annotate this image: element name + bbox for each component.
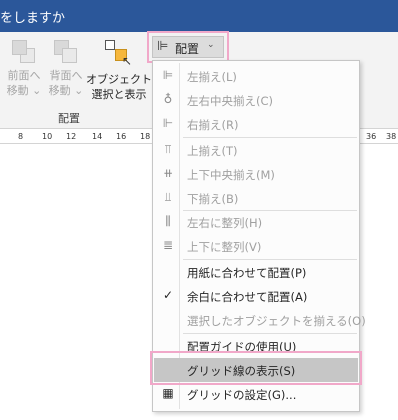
menu-item-align-center[interactable]: ♁ 左右中央揃え(C) <box>154 88 358 112</box>
menu-item-label: 右揃え(R) <box>187 118 239 132</box>
menu-item-label: 左右に整列(H) <box>187 216 263 230</box>
chevron-down-icon: ⌄ <box>74 84 84 97</box>
selection-pane-button[interactable]: ↖ オブジェクトの 選択と表示 <box>86 38 163 102</box>
bring-forward-label-1: 前面へ <box>7 69 41 82</box>
menu-item-distribute-horizontal[interactable]: ⫼ 左右に整列(H) <box>154 210 358 234</box>
checkmark-icon: ✓ <box>162 288 174 302</box>
send-backward-icon <box>54 40 78 64</box>
menu-item-label: 余白に合わせて配置(A) <box>187 290 308 304</box>
ruler-tick: 36 <box>366 132 377 141</box>
selection-pane-icon: ↖ <box>105 40 133 68</box>
menu-item-align-selected-objects[interactable]: 選択したオブジェクトを揃える(O) <box>154 308 366 332</box>
ruler-tick: 12 <box>66 132 77 141</box>
menu-item-align-left[interactable]: ⊫ 左揃え(L) <box>154 64 358 88</box>
highlight-box-show-gridlines <box>150 351 362 385</box>
menu-item-distribute-vertical[interactable]: ≣ 上下に整列(V) <box>154 234 358 258</box>
align-bottom-icon: ⫫ <box>164 190 172 204</box>
ruler-tick: 14 <box>92 132 103 141</box>
menu-item-label: 下揃え(B) <box>187 192 239 206</box>
bring-forward-button[interactable]: 前面へ 移動 ⌄ <box>4 38 44 98</box>
bring-forward-label-2: 移動 <box>6 84 29 97</box>
ruler-tick: 8 <box>18 132 24 141</box>
align-top-icon: ⫪ <box>164 142 172 156</box>
bring-forward-icon <box>12 40 36 64</box>
title-bar: をしますか <box>0 0 398 32</box>
send-backward-label-1: 背面へ <box>49 69 83 82</box>
distribute-horizontal-icon: ⫼ <box>165 214 171 228</box>
window-title: をしますか <box>0 11 66 26</box>
send-backward-label-2: 移動 <box>48 84 71 97</box>
send-backward-button[interactable]: 背面へ 移動 ⌄ <box>46 38 86 98</box>
menu-item-label: グリッドの設定(G)... <box>187 388 297 402</box>
ruler-tick: 18 <box>140 132 151 141</box>
align-left-icon: ⊫ <box>162 68 174 82</box>
align-right-icon: ⊩ <box>162 116 174 130</box>
selection-pane-label-1: オブジェクトの <box>86 73 163 86</box>
menu-item-label: 上下に整列(V) <box>187 240 262 254</box>
menu-item-label: 選択したオブジェクトを揃える(O) <box>187 314 366 328</box>
menu-item-label: 左右中央揃え(C) <box>187 94 274 108</box>
ruler-tick: 38 <box>386 132 397 141</box>
menu-item-align-to-page[interactable]: 用紙に合わせて配置(P) <box>154 260 358 284</box>
distribute-vertical-icon: ≣ <box>162 238 174 252</box>
menu-item-label: 上下中央揃え(M) <box>187 168 275 182</box>
menu-item-align-right[interactable]: ⊩ 右揃え(R) <box>154 112 358 136</box>
menu-item-label: 上揃え(T) <box>187 144 238 158</box>
menu-item-grid-settings[interactable]: ▦ グリッドの設定(G)... <box>154 382 358 406</box>
align-center-icon: ♁ <box>163 92 173 106</box>
grid-icon: ▦ <box>162 386 174 400</box>
highlight-box-align-button <box>147 31 229 63</box>
menu-item-label: 用紙に合わせて配置(P) <box>187 266 307 280</box>
menu-item-align-top[interactable]: ⫪ 上揃え(T) <box>154 138 358 162</box>
ruler-tick: 16 <box>116 132 127 141</box>
align-middle-icon: ⧺ <box>162 166 174 180</box>
ruler-tick: 10 <box>42 132 53 141</box>
chevron-down-icon: ⌄ <box>32 84 42 97</box>
selection-pane-label-2: 選択と表示 <box>91 88 147 101</box>
menu-item-label: 左揃え(L) <box>187 70 237 84</box>
menu-item-align-middle[interactable]: ⧺ 上下中央揃え(M) <box>154 162 358 186</box>
menu-item-align-to-margin[interactable]: ✓ 余白に合わせて配置(A) <box>154 284 358 308</box>
menu-item-align-bottom[interactable]: ⫫ 下揃え(B) <box>154 186 358 210</box>
arrange-group-label: 配置 <box>58 112 80 125</box>
